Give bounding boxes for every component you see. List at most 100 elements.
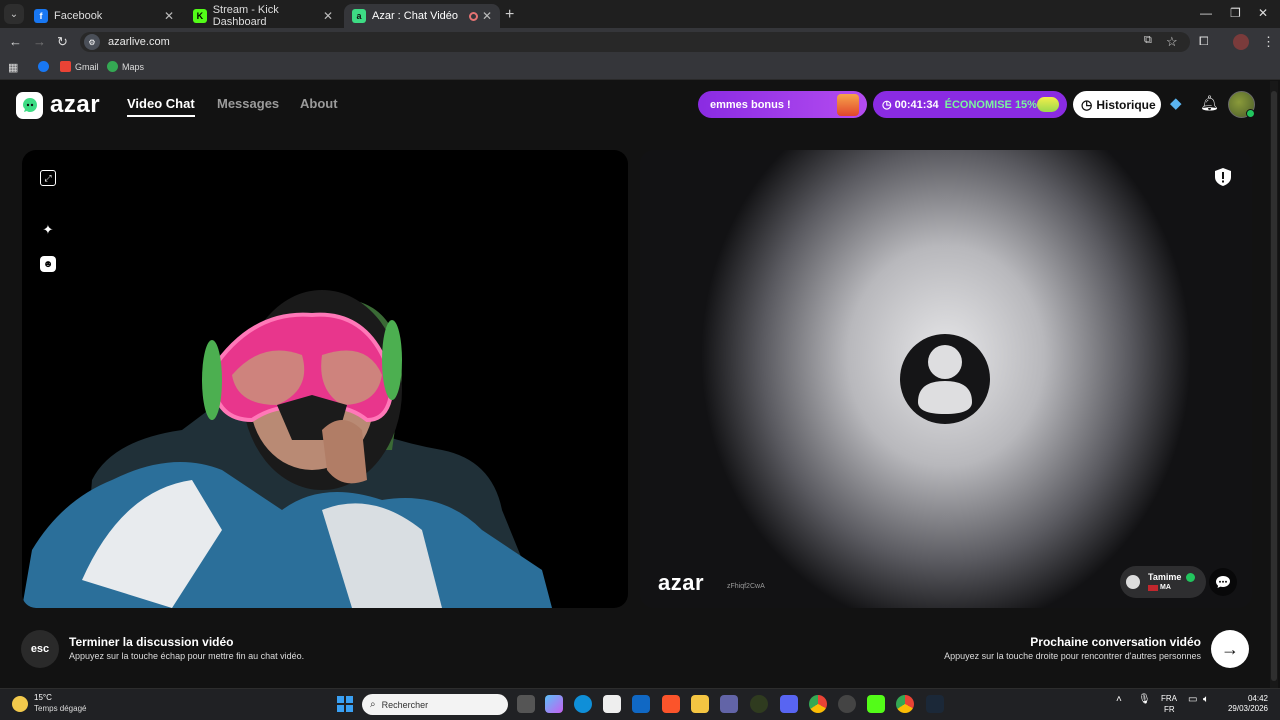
history-label: Historique: [1096, 97, 1156, 112]
face-filter-icon[interactable]: ☻: [40, 256, 56, 272]
bookmark-maps[interactable]: Maps: [107, 61, 144, 72]
tab-azar[interactable]: a Azar : Chat Vidéo avec de n ✕: [344, 4, 500, 28]
gem-shop-icon[interactable]: ◆: [1170, 94, 1182, 112]
gems-icon: [1037, 97, 1059, 112]
close-tab-icon[interactable]: ✕: [323, 9, 333, 23]
flag-icon: [1148, 585, 1158, 591]
weather-moon-icon[interactable]: [12, 696, 28, 712]
network-icon[interactable]: ▭: [1188, 694, 1197, 705]
install-app-icon[interactable]: ⧉: [1144, 34, 1152, 47]
address-bar[interactable]: ⚙ azarlive.com: [80, 32, 1190, 52]
timer-value: 00:41:34: [894, 98, 939, 111]
brave-icon[interactable]: [662, 695, 680, 713]
search-placeholder: Rechercher: [381, 699, 429, 710]
page-scrollbar[interactable]: [1270, 81, 1278, 688]
end-chat-esc-button[interactable]: esc: [21, 630, 59, 668]
search-icon: ⌕: [370, 699, 376, 710]
azar-watermark: azar: [658, 570, 705, 595]
self-video: ⤢ ✦ ☻: [22, 150, 628, 608]
facebook-icon: f: [34, 9, 48, 23]
kick-icon: K: [193, 9, 207, 23]
reload-icon[interactable]: ↻: [57, 34, 68, 50]
taskbar-clock[interactable]: 04:42 29/03/2026: [1226, 694, 1268, 714]
peer-name: Tamime: [1148, 572, 1182, 582]
end-chat-title: Terminer la discussion vidéo: [69, 635, 234, 649]
nav-video-chat[interactable]: Video Chat: [127, 96, 195, 117]
scrollbar-thumb[interactable]: [1271, 91, 1277, 681]
bookmark-label: Maps: [122, 61, 145, 72]
language-indicator[interactable]: FRA: [1161, 694, 1177, 703]
azar-logo-icon: [16, 91, 43, 119]
kick-studio-icon[interactable]: [867, 695, 885, 713]
person-icon: [918, 345, 972, 414]
obs-icon[interactable]: [838, 695, 856, 713]
windows-start-icon[interactable]: [337, 696, 353, 712]
clock-icon: ◷: [882, 99, 892, 111]
peer-country: MA: [1160, 584, 1171, 591]
user-avatar[interactable]: [1228, 91, 1255, 118]
restore-icon[interactable]: ❐: [1230, 6, 1241, 20]
chrome-profile-icon[interactable]: [896, 695, 914, 713]
back-icon[interactable]: ←: [9, 34, 22, 49]
forward-icon[interactable]: →: [33, 34, 46, 49]
task-view-icon[interactable]: [517, 695, 535, 713]
self-camera-feed: [22, 290, 552, 608]
bookmark-gmail[interactable]: Gmail: [60, 61, 99, 72]
chat-bubble-button[interactable]: [1209, 568, 1237, 596]
store-icon[interactable]: [603, 695, 621, 713]
new-tab-button[interactable]: +: [505, 6, 514, 24]
promo-label: ÉCONOMISE 15%: [944, 98, 1037, 111]
swap-view-icon[interactable]: ⤢: [40, 170, 56, 186]
tab-kick[interactable]: K Stream - Kick Dashboard ✕: [185, 4, 341, 28]
weather-description: Temps dégagé: [34, 704, 87, 713]
next-chat-button[interactable]: →: [1211, 630, 1249, 668]
volume-icon[interactable]: 🔈︎: [1203, 694, 1209, 705]
close-tab-icon[interactable]: ✕: [164, 9, 174, 23]
outlook-icon[interactable]: [632, 695, 650, 713]
file-explorer-icon[interactable]: [691, 695, 709, 713]
edge-icon[interactable]: [574, 695, 592, 713]
nav-messages[interactable]: Messages: [217, 96, 279, 111]
taskbar-search[interactable]: ⌕ Rechercher: [362, 694, 508, 715]
menu-icon[interactable]: ⋮: [1262, 34, 1275, 50]
tab-title: Facebook: [54, 10, 103, 22]
app-icon[interactable]: [750, 695, 768, 713]
report-shield-icon[interactable]: [1214, 167, 1232, 187]
close-window-icon[interactable]: ✕: [1258, 6, 1268, 20]
teams-icon[interactable]: [720, 695, 738, 713]
microphone-icon[interactable]: 🎙︎: [1138, 694, 1151, 705]
end-chat-hint: Appuyez sur la touche échap pour mettre …: [69, 651, 305, 661]
clock-time: 04:42: [1247, 694, 1268, 703]
site-info-icon[interactable]: ⚙: [84, 34, 100, 50]
tab-title: Azar : Chat Vidéo avec de n: [372, 10, 460, 22]
history-clock-icon: ◷: [1081, 96, 1093, 112]
promo-timer-button[interactable]: ◷ 00:41:34 ÉCONOMISE 15%: [873, 91, 1067, 118]
url-text: azarlive.com: [108, 36, 170, 48]
close-tab-icon[interactable]: ✕: [482, 9, 492, 23]
copilot-icon[interactable]: [545, 695, 563, 713]
chrome-icon[interactable]: [809, 695, 827, 713]
tray-chevron-icon[interactable]: ˄: [1116, 694, 1122, 705]
bonus-gems-button[interactable]: emmes bonus !: [698, 91, 867, 118]
history-button[interactable]: ◷ Historique: [1073, 91, 1161, 118]
tab-search-button[interactable]: ⌄: [4, 4, 24, 24]
tab-title: Stream - Kick Dashboard: [212, 4, 279, 28]
bell-icon[interactable]: 🔔︎: [1200, 94, 1219, 112]
nav-about[interactable]: About: [300, 96, 338, 111]
magic-wand-icon[interactable]: ✦: [40, 222, 56, 238]
peer-info-card[interactable]: [1120, 566, 1206, 598]
keyboard-layout: FR: [1164, 705, 1175, 714]
bookmark-star-icon[interactable]: ☆: [1166, 34, 1178, 50]
azar-logo[interactable]: azar: [16, 91, 100, 119]
extensions-icon[interactable]: ⧠: [1199, 34, 1209, 49]
facebook-icon: [38, 61, 49, 72]
tab-facebook[interactable]: f Facebook ✕: [26, 4, 182, 28]
steam-icon[interactable]: [926, 695, 944, 713]
profile-avatar[interactable]: [1233, 34, 1249, 50]
minimize-icon[interactable]: —: [1200, 6, 1212, 20]
gmail-icon: [60, 61, 71, 72]
next-chat-hint: Appuyez sur la touche droite pour rencon…: [944, 651, 1201, 661]
discord-icon[interactable]: [780, 695, 798, 713]
apps-grid-icon[interactable]: ▦: [8, 61, 18, 74]
bookmark-facebook[interactable]: [38, 61, 53, 72]
